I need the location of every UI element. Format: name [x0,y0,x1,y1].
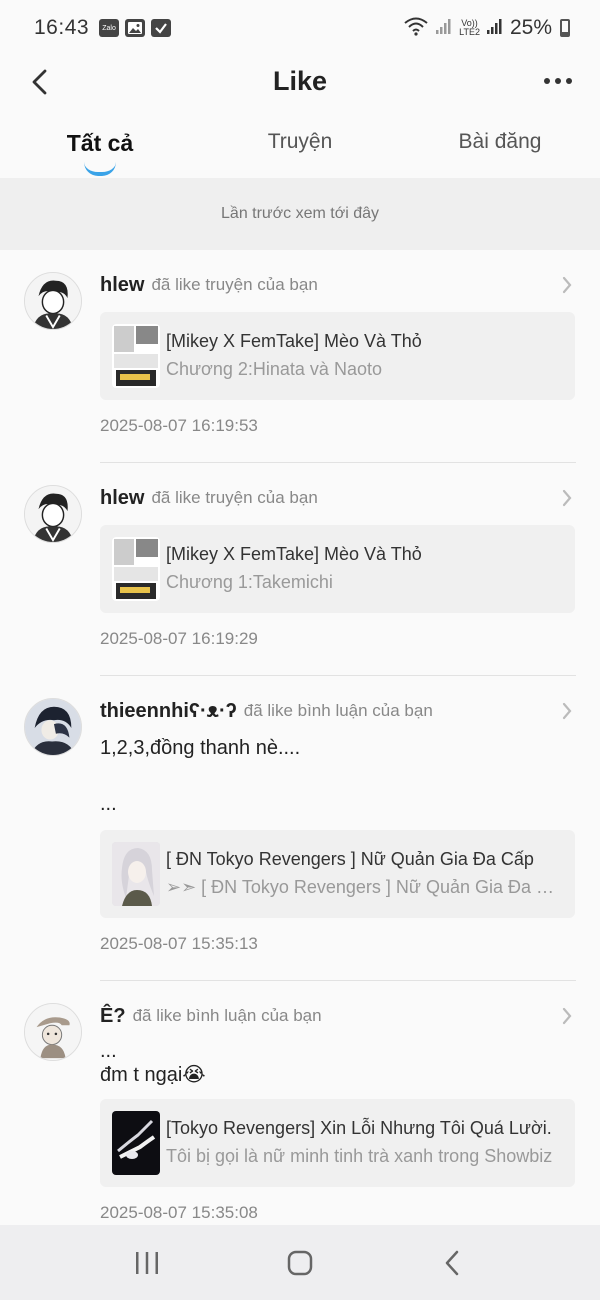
network-label-bottom: LTE2 [459,27,480,37]
card-subtitle: Chương 2:Hinata và Naoto [166,359,382,379]
recent-apps-button[interactable] [117,1238,177,1288]
username[interactable]: hlew [100,487,144,510]
chevron-right-icon[interactable] [560,487,574,509]
system-nav-bar [0,1225,600,1300]
timestamp: 2025-08-07 16:19:53 [100,416,576,463]
home-icon [287,1250,313,1275]
chevron-right-icon[interactable] [560,1005,574,1027]
back-button[interactable] [20,62,60,102]
status-bar: 16:43 Zalo Vo)) LTE2 25% [0,0,600,56]
notification-item[interactable]: thieennhiʕ·ᴥ·ʔ đã like bình luận của bạn… [0,676,600,981]
card-subtitle: Chương 1:Takemichi [166,572,333,592]
header: Like [0,56,600,106]
avatar[interactable] [24,1003,82,1061]
action-text: đã like truyện của bạn [151,488,318,507]
battery-percent: 25% [509,16,552,39]
wifi-icon [403,16,429,41]
signal-icon [435,17,453,40]
signal-icon-2 [486,17,504,40]
status-time: 16:43 [34,16,90,39]
card-title: [Mikey X FemTake] Mèo Và Thỏ [166,544,422,564]
timestamp: 2025-08-07 16:19:29 [100,629,576,676]
more-dot-icon [555,78,561,84]
more-options-button[interactable] [538,66,578,96]
avatar[interactable] [24,272,82,330]
story-card[interactable]: [Mikey X FemTake] Mèo Và Thỏ Chương 1:Ta… [100,525,575,613]
tab-all-label: Tất cả [66,130,134,156]
timestamp: 2025-08-07 15:35:13 [100,934,576,981]
story-card[interactable]: [ ĐN Tokyo Revengers ] Nữ Quản Gia Đa Cấ… [100,830,575,918]
card-subtitle: ➢➣ [ ĐN Tokyo Revengers ] Nữ Quản Gia Đa… [166,877,563,897]
username[interactable]: Ê? [100,1005,126,1028]
tab-stories-label: Truyện [267,130,333,153]
item-header: hlew đã like truyện của bạn [100,270,576,300]
card-title: [Mikey X FemTake] Mèo Và Thỏ [166,331,422,351]
story-thumbnail [112,1111,160,1175]
notification-icons: Zalo [99,19,172,37]
item-header: thieennhiʕ·ᴥ·ʔ đã like bình luận của bạn [100,696,576,726]
comment-text: ... đm t ngại😭 [100,1040,206,1086]
story-thumbnail [112,842,160,906]
battery-icon [560,19,570,37]
avatar[interactable] [24,485,82,543]
card-text: [Tokyo Revengers] Xin Lỗi Nhưng Tôi Quá … [166,1115,563,1171]
item-header: hlew đã like truyện của bạn [100,483,576,513]
more-dot-icon [566,78,572,84]
username[interactable]: hlew [100,274,144,297]
avatar[interactable] [24,698,82,756]
chevron-left-icon [32,69,47,95]
card-text: [Mikey X FemTake] Mèo Và Thỏ Chương 2:Hi… [166,328,563,384]
home-button[interactable] [270,1238,330,1288]
timestamp: 2025-08-07 15:35:08 [100,1203,576,1224]
tab-stories[interactable]: Truyện [200,118,400,178]
tab-indicator [84,162,116,176]
card-text: [Mikey X FemTake] Mèo Và Thỏ Chương 1:Ta… [166,541,563,597]
chevron-right-icon[interactable] [560,274,574,296]
tab-posts[interactable]: Bài đăng [400,118,600,178]
card-title: [ ĐN Tokyo Revengers ] Nữ Quản Gia Đa Cấ… [166,849,534,869]
story-thumbnail [112,537,160,601]
tab-bar: Tất cả Truyện Bài đăng [0,118,600,178]
comment-text: 1,2,3,đồng thanh nè.... ... [100,737,301,815]
card-title: [Tokyo Revengers] Xin Lỗi Nhưng Tôi Quá … [166,1118,552,1138]
page-title: Like [272,65,328,96]
story-card[interactable]: [Tokyo Revengers] Xin Lỗi Nhưng Tôi Quá … [100,1099,575,1187]
notification-item[interactable]: hlew đã like truyện của bạn [Mikey X Fem… [0,463,600,676]
notification-feed[interactable]: hlew đã like truyện của bạn [Mikey X Fem… [0,250,600,1224]
username[interactable]: thieennhiʕ·ᴥ·ʔ [100,700,237,723]
status-right: Vo)) LTE2 25% [403,16,570,41]
recent-apps-icon [135,1251,158,1274]
chevron-right-icon[interactable] [560,700,574,722]
network-label: Vo)) LTE2 [459,19,480,37]
card-text: [ ĐN Tokyo Revengers ] Nữ Quản Gia Đa Cấ… [166,846,563,902]
card-subtitle: Tôi bị gọi là nữ minh tinh trà xanh tron… [166,1146,553,1166]
action-text: đã like truyện của bạn [151,275,318,294]
tab-all[interactable]: Tất cả [0,118,200,178]
back-nav-icon [446,1250,459,1275]
image-icon [125,19,146,37]
story-thumbnail [112,324,160,388]
more-dot-icon [544,78,550,84]
notification-item[interactable]: hlew đã like truyện của bạn [Mikey X Fem… [0,250,600,463]
notification-item[interactable]: Ê? đã like bình luận của bạn ... đm t ng… [0,981,600,1224]
action-text: đã like bình luận của bạn [243,701,433,720]
back-nav-button[interactable] [423,1238,483,1288]
story-card[interactable]: [Mikey X FemTake] Mèo Và Thỏ Chương 2:Hi… [100,312,575,400]
last-seen-banner: Lần trước xem tới đây [0,178,600,250]
checkbox-icon [151,19,172,37]
item-header: Ê? đã like bình luận của bạn [100,1001,576,1031]
tab-posts-label: Bài đăng [458,130,542,153]
action-text: đã like bình luận của bạn [132,1006,322,1025]
zalo-icon: Zalo [99,19,120,37]
